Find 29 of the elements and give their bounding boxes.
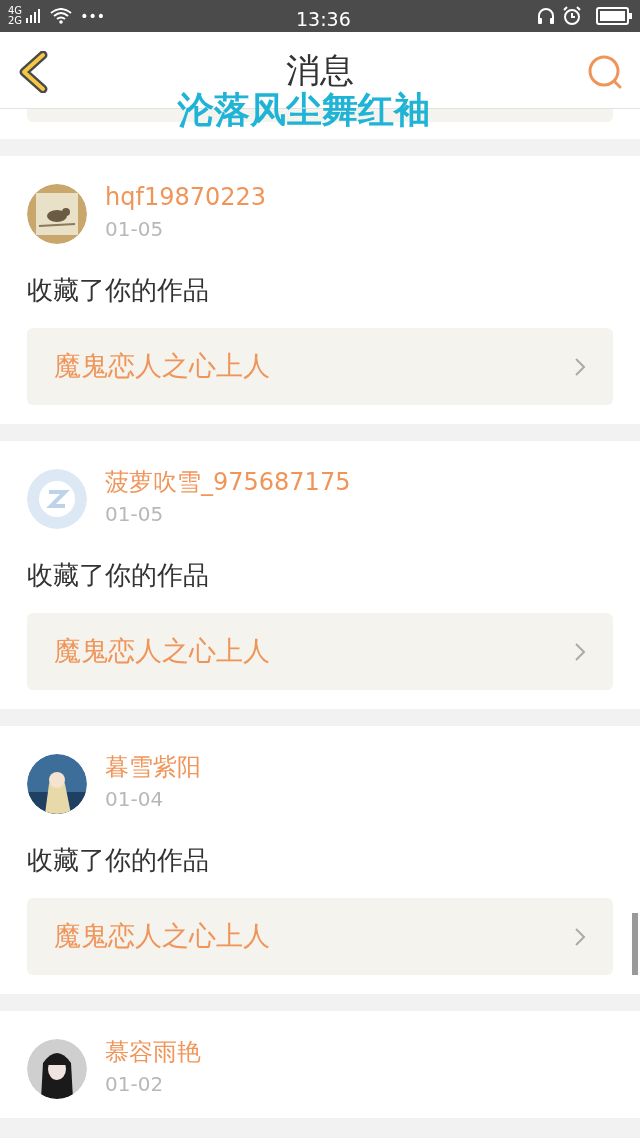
- action-text: 收藏了你的作品: [27, 844, 210, 877]
- work-link[interactable]: 魔鬼恋人之心上人: [27, 613, 613, 690]
- user-name[interactable]: hqf19870223: [105, 180, 267, 214]
- battery-icon: [596, 7, 632, 25]
- back-icon[interactable]: [18, 51, 48, 93]
- work-link[interactable]: 魔鬼恋人之心上人: [27, 328, 613, 405]
- message-date: 01-05: [105, 216, 165, 242]
- clock-time: 13:36: [296, 7, 351, 32]
- chevron-right-icon: [574, 641, 586, 662]
- message-date: 01-05: [105, 501, 165, 527]
- alarm-icon: [562, 6, 582, 26]
- user-name[interactable]: 暮雪紫阳: [105, 750, 201, 784]
- overlay-caption: 沦落风尘舞红袖: [178, 92, 430, 128]
- network-label: 2G: [8, 16, 23, 26]
- message-date: 01-04: [105, 786, 165, 812]
- user-name[interactable]: 慕容雨艳: [105, 1035, 201, 1069]
- chevron-right-icon: [574, 926, 586, 947]
- user-name[interactable]: 菠萝吹雪_975687175: [105, 465, 351, 499]
- page-title: 消息: [286, 48, 354, 91]
- headphones-icon: [536, 7, 556, 25]
- work-link[interactable]: 魔鬼恋人之心上人: [27, 898, 613, 975]
- action-text: 收藏了你的作品: [27, 274, 210, 307]
- message-date: 01-02: [105, 1071, 165, 1097]
- network-label: 4G: [8, 6, 23, 16]
- chevron-right-icon: [574, 356, 586, 377]
- action-text: 收藏了你的作品: [27, 559, 210, 592]
- wifi-icon: [50, 8, 73, 24]
- scrollbar: [632, 913, 638, 975]
- more-indicator: •••: [80, 6, 105, 26]
